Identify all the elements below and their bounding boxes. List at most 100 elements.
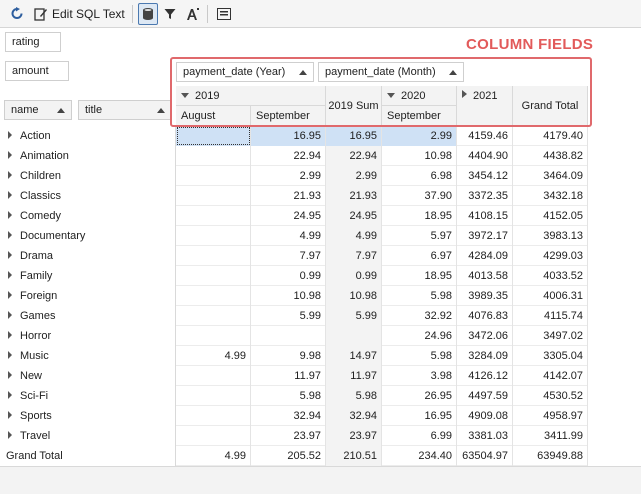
data-cell[interactable]: 3497.02 bbox=[513, 326, 588, 346]
data-cell[interactable]: 37.90 bbox=[382, 186, 457, 206]
expand-icon[interactable] bbox=[8, 211, 12, 219]
grand-total-cell[interactable]: 4.99 bbox=[176, 446, 251, 466]
expand-icon[interactable] bbox=[8, 191, 12, 199]
row-header-cell[interactable]: Music bbox=[0, 346, 176, 366]
data-cell[interactable] bbox=[176, 366, 251, 386]
data-cell[interactable]: 24.95 bbox=[251, 206, 326, 226]
data-cell[interactable]: 3472.06 bbox=[457, 326, 513, 346]
row-header-cell[interactable]: Classics bbox=[0, 186, 176, 206]
expand-icon[interactable] bbox=[8, 371, 12, 379]
data-cell[interactable]: 3454.12 bbox=[457, 166, 513, 186]
refresh-button[interactable] bbox=[6, 3, 28, 25]
row-header-cell[interactable]: New bbox=[0, 366, 176, 386]
data-cell[interactable]: 23.97 bbox=[251, 426, 326, 446]
expand-icon[interactable] bbox=[8, 411, 12, 419]
data-cell[interactable]: 5.98 bbox=[251, 386, 326, 406]
data-cell[interactable]: 3372.35 bbox=[457, 186, 513, 206]
data-cell[interactable]: 16.95 bbox=[382, 406, 457, 426]
filter-button[interactable] bbox=[160, 3, 180, 25]
data-cell[interactable] bbox=[326, 326, 382, 346]
expand-icon[interactable] bbox=[8, 131, 12, 139]
data-cell[interactable]: 5.99 bbox=[251, 306, 326, 326]
data-cell[interactable] bbox=[176, 146, 251, 166]
grand-total-cell[interactable]: 234.40 bbox=[382, 446, 457, 466]
data-cell[interactable]: 5.99 bbox=[326, 306, 382, 326]
data-cell[interactable]: 3284.09 bbox=[457, 346, 513, 366]
grand-total-cell[interactable]: 63504.97 bbox=[457, 446, 513, 466]
data-cell[interactable]: 4299.03 bbox=[513, 246, 588, 266]
data-cell[interactable]: 4108.15 bbox=[457, 206, 513, 226]
expand-icon[interactable] bbox=[8, 351, 12, 359]
data-cell[interactable]: 4530.52 bbox=[513, 386, 588, 406]
data-cell[interactable]: 11.97 bbox=[326, 366, 382, 386]
expand-icon[interactable] bbox=[8, 431, 12, 439]
title-row-field[interactable]: title bbox=[78, 100, 172, 120]
row-header-cell[interactable]: Sci-Fi bbox=[0, 386, 176, 406]
data-cell[interactable] bbox=[176, 246, 251, 266]
data-cell[interactable]: 4126.12 bbox=[457, 366, 513, 386]
row-header-cell[interactable]: Drama bbox=[0, 246, 176, 266]
row-header-cell[interactable]: Comedy bbox=[0, 206, 176, 226]
data-cell[interactable]: 4179.40 bbox=[513, 126, 588, 146]
data-cell[interactable]: 3.98 bbox=[382, 366, 457, 386]
payment-year-column-field[interactable]: payment_date (Year) bbox=[176, 62, 314, 82]
data-cell[interactable] bbox=[176, 206, 251, 226]
data-cell[interactable]: 4438.82 bbox=[513, 146, 588, 166]
data-cell[interactable]: 4142.07 bbox=[513, 366, 588, 386]
text-format-button[interactable] bbox=[182, 3, 204, 25]
row-header-cell[interactable]: Family bbox=[0, 266, 176, 286]
expand-icon[interactable] bbox=[8, 311, 12, 319]
data-cell[interactable]: 10.98 bbox=[326, 286, 382, 306]
layout-button[interactable] bbox=[213, 3, 235, 25]
data-cell[interactable]: 2.99 bbox=[326, 166, 382, 186]
row-header-cell[interactable]: Travel bbox=[0, 426, 176, 446]
row-header-cell[interactable]: Sports bbox=[0, 406, 176, 426]
col-header-september[interactable]: September bbox=[251, 106, 326, 126]
data-cell[interactable]: 4033.52 bbox=[513, 266, 588, 286]
data-cell[interactable]: 3411.99 bbox=[513, 426, 588, 446]
data-cell[interactable]: 32.94 bbox=[326, 406, 382, 426]
expand-icon[interactable] bbox=[8, 171, 12, 179]
data-cell[interactable] bbox=[176, 286, 251, 306]
expand-icon[interactable] bbox=[8, 391, 12, 399]
data-cell[interactable]: 16.95 bbox=[326, 126, 382, 146]
data-cell[interactable]: 21.93 bbox=[326, 186, 382, 206]
data-cell[interactable]: 22.94 bbox=[251, 146, 326, 166]
data-cell[interactable]: 9.98 bbox=[251, 346, 326, 366]
data-cell[interactable]: 26.95 bbox=[382, 386, 457, 406]
data-cell[interactable]: 16.95 bbox=[251, 126, 326, 146]
data-cell[interactable] bbox=[176, 186, 251, 206]
data-cell[interactable]: 3972.17 bbox=[457, 226, 513, 246]
data-cell[interactable]: 5.97 bbox=[382, 226, 457, 246]
data-cell[interactable]: 4.99 bbox=[251, 226, 326, 246]
data-cell[interactable] bbox=[176, 306, 251, 326]
data-cell[interactable]: 3305.04 bbox=[513, 346, 588, 366]
data-cell[interactable]: 4159.46 bbox=[457, 126, 513, 146]
col-header-august[interactable]: August bbox=[176, 106, 251, 126]
data-cell[interactable]: 4497.59 bbox=[457, 386, 513, 406]
data-cell[interactable]: 5.98 bbox=[326, 386, 382, 406]
expand-icon[interactable] bbox=[8, 291, 12, 299]
data-cell[interactable]: 0.99 bbox=[251, 266, 326, 286]
data-cell[interactable]: 18.95 bbox=[382, 206, 457, 226]
col-header-2019[interactable]: 2019 bbox=[176, 86, 326, 106]
data-cell[interactable]: 4.99 bbox=[326, 226, 382, 246]
payment-month-column-field[interactable]: payment_date (Month) bbox=[318, 62, 464, 82]
data-cell[interactable]: 4013.58 bbox=[457, 266, 513, 286]
data-cell[interactable]: 24.95 bbox=[326, 206, 382, 226]
expand-icon[interactable] bbox=[8, 331, 12, 339]
data-cell[interactable]: 24.96 bbox=[382, 326, 457, 346]
data-cell[interactable]: 3464.09 bbox=[513, 166, 588, 186]
data-cell[interactable]: 32.94 bbox=[251, 406, 326, 426]
col-header-2019-sum[interactable]: 2019 Sum bbox=[326, 86, 382, 126]
data-cell[interactable]: 7.97 bbox=[251, 246, 326, 266]
col-header-grand-total[interactable]: Grand Total bbox=[513, 86, 588, 126]
rating-filter-field[interactable]: rating bbox=[5, 32, 61, 52]
col-header-september-2020[interactable]: September bbox=[382, 106, 457, 126]
data-cell[interactable]: 14.97 bbox=[326, 346, 382, 366]
expand-icon[interactable] bbox=[8, 231, 12, 239]
data-cell[interactable]: 10.98 bbox=[251, 286, 326, 306]
data-cell[interactable]: 3983.13 bbox=[513, 226, 588, 246]
data-cell[interactable]: 2.99 bbox=[382, 126, 457, 146]
grand-total-cell[interactable]: 210.51 bbox=[326, 446, 382, 466]
